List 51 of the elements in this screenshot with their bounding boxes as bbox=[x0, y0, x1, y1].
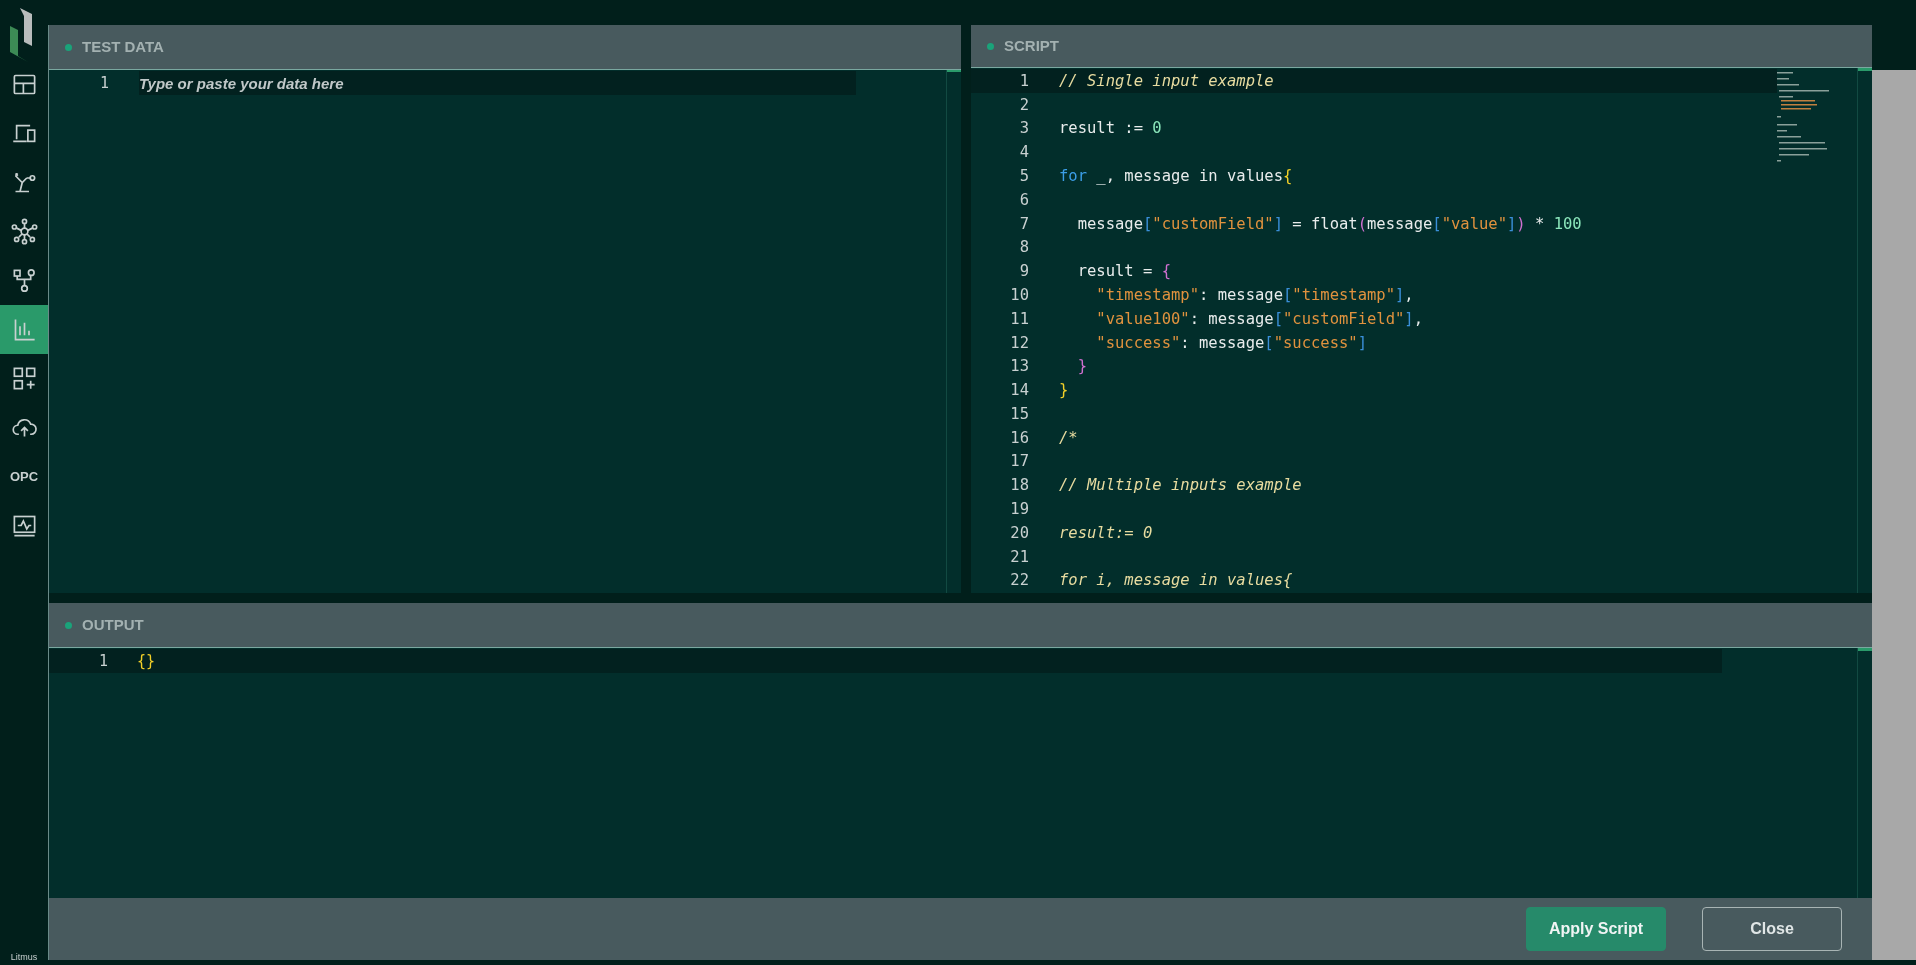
line-number: 21 bbox=[1009, 546, 1029, 568]
code-line: message["customField"] = float(message["value"]) * 100 bbox=[1076, 213, 1582, 235]
line-number: 12 bbox=[1009, 332, 1029, 354]
code-line: "timestamp": message["timestamp"], bbox=[1095, 284, 1414, 306]
status-dot-icon bbox=[65, 621, 72, 629]
code-line: result := 0 bbox=[1059, 118, 1162, 140]
line-number: 22 bbox=[1009, 570, 1029, 592]
code-line: result = { bbox=[1076, 261, 1171, 283]
code-line: result:= 0 bbox=[1059, 522, 1153, 544]
line-number: 1 bbox=[1018, 70, 1029, 92]
code-line: for i, message in values{ bbox=[1059, 570, 1293, 592]
status-dot-icon bbox=[987, 42, 994, 50]
close-button[interactable]: Close bbox=[1702, 907, 1842, 951]
code-line: } bbox=[1076, 356, 1087, 378]
code-line: // Single input example bbox=[1059, 70, 1274, 92]
code-line: } bbox=[1059, 380, 1069, 402]
line-number: 2 bbox=[1018, 94, 1029, 116]
line-number: 5 bbox=[1018, 165, 1029, 187]
status-dot-icon bbox=[65, 43, 72, 51]
line-number: 9 bbox=[1018, 261, 1029, 283]
code-line: "value100": message["customField"], bbox=[1095, 308, 1423, 330]
line-number: 15 bbox=[1009, 403, 1029, 425]
panel-title: SCRIPT bbox=[1004, 36, 1059, 56]
line-number: 7 bbox=[1018, 213, 1029, 235]
code-input-field[interactable]: Type or paste your data here bbox=[139, 71, 856, 95]
line-number: 19 bbox=[1009, 499, 1029, 521]
line-number: 1 bbox=[97, 650, 108, 672]
code-line: for _, message in values{ bbox=[1059, 165, 1293, 187]
sidebar-item[interactable]: OPC bbox=[0, 452, 48, 501]
line-number: 1 bbox=[98, 73, 110, 94]
line-number: 17 bbox=[1009, 451, 1029, 473]
company-label: Litmus bbox=[10, 953, 38, 964]
line-number: 16 bbox=[1009, 427, 1029, 449]
line-number: 10 bbox=[1009, 284, 1029, 306]
line-number: 13 bbox=[1009, 356, 1029, 378]
line-number: 3 bbox=[1018, 118, 1029, 140]
line-number: 14 bbox=[1009, 380, 1029, 402]
apply-script-button[interactable]: Apply Script bbox=[1526, 907, 1666, 951]
line-number: 8 bbox=[1018, 237, 1029, 259]
panel-title: TEST DATA bbox=[82, 36, 164, 57]
code-line: "success": message["success"] bbox=[1095, 332, 1367, 354]
code-line: // Multiple inputs example bbox=[1059, 475, 1302, 497]
code-line: /* bbox=[1059, 427, 1078, 449]
line-number: 11 bbox=[1009, 308, 1029, 330]
line-number: 18 bbox=[1009, 475, 1029, 497]
code-line: {} bbox=[137, 650, 156, 672]
line-number: 4 bbox=[1018, 142, 1029, 164]
panel-title: OUTPUT bbox=[82, 614, 144, 635]
line-number: 20 bbox=[1009, 522, 1029, 544]
network-icon bbox=[10, 218, 38, 245]
line-number: 6 bbox=[1018, 189, 1029, 211]
